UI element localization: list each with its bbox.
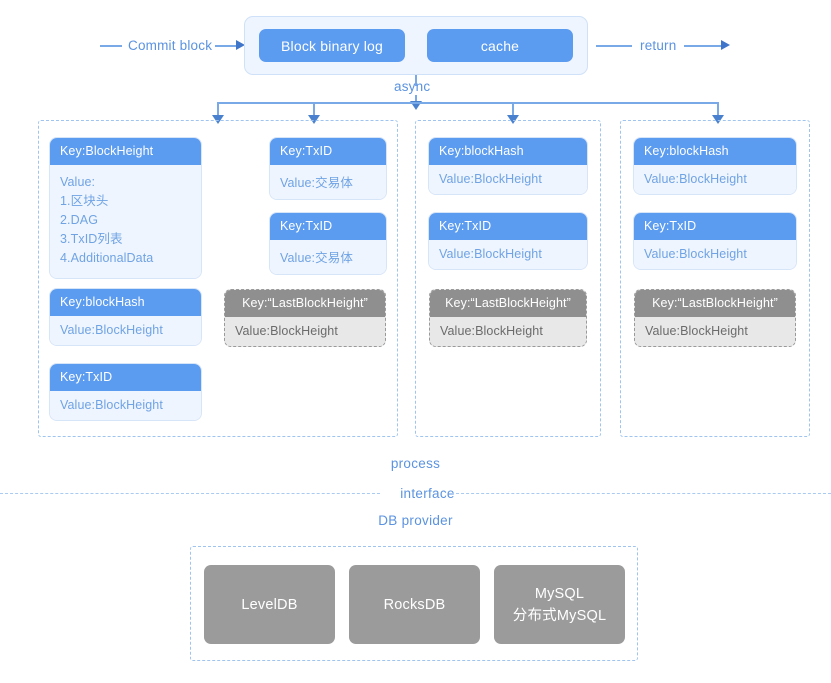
card-value: Value:BlockHeight <box>634 240 796 269</box>
diagram-canvas: Commit block Block binary log cache retu… <box>0 0 831 683</box>
db-provider-leveldb[interactable]: LevelDB <box>204 565 335 644</box>
card-key: Key:blockHash <box>50 289 201 316</box>
card-value: Value:BlockHeight <box>429 240 587 269</box>
card-key: Key:BlockHeight <box>50 138 201 165</box>
card-key: Key:“LastBlockHeight” <box>635 290 795 317</box>
card-key: Key:“LastBlockHeight” <box>225 290 385 317</box>
card-tx-body-2[interactable]: Key:TxID Value:交易体 <box>270 213 386 274</box>
block-binary-log-block[interactable]: Block binary log <box>259 29 405 62</box>
card-block-height[interactable]: Key:BlockHeight Value: 1.区块头 2.DAG 3.TxI… <box>50 138 201 278</box>
card-block-hash-3[interactable]: Key:blockHash Value:BlockHeight <box>634 138 796 194</box>
db-provider-mysql[interactable]: MySQL 分布式MySQL <box>494 565 625 644</box>
card-value: Value:交易体 <box>270 165 386 199</box>
fanout-bus <box>217 102 718 104</box>
card-value: Value:BlockHeight <box>50 391 201 420</box>
card-value: Value:BlockHeight <box>635 317 795 346</box>
card-key: Key:TxID <box>270 213 386 240</box>
card-key: Key:TxID <box>270 138 386 165</box>
card-last-block-height-1[interactable]: Key:“LastBlockHeight” Value:BlockHeight <box>224 289 386 347</box>
card-key: Key:blockHash <box>429 138 587 165</box>
commit-block-label: Commit block <box>128 38 213 53</box>
process-layer-label: process <box>390 456 441 471</box>
interface-divider-left <box>0 493 380 494</box>
card-value: Value:BlockHeight <box>50 316 201 345</box>
card-value: Value:BlockHeight <box>225 317 385 346</box>
return-line-right <box>684 45 722 47</box>
return-label: return <box>640 38 677 53</box>
card-key: Key:TxID <box>634 213 796 240</box>
commit-block-line-right <box>215 45 237 47</box>
card-txid-1[interactable]: Key:TxID Value:BlockHeight <box>50 364 201 420</box>
card-txid-3[interactable]: Key:TxID Value:BlockHeight <box>634 213 796 269</box>
return-line-left <box>596 45 632 47</box>
db-provider-layer-label: DB provider <box>378 513 453 528</box>
card-block-hash-1[interactable]: Key:blockHash Value:BlockHeight <box>50 289 201 345</box>
card-value: Value:交易体 <box>270 240 386 274</box>
card-txid-2[interactable]: Key:TxID Value:BlockHeight <box>429 213 587 269</box>
card-key: Key:TxID <box>50 364 201 391</box>
card-last-block-height-3[interactable]: Key:“LastBlockHeight” Value:BlockHeight <box>634 289 796 347</box>
return-arrowhead <box>721 40 730 50</box>
card-tx-body-1[interactable]: Key:TxID Value:交易体 <box>270 138 386 199</box>
db-provider-rocksdb[interactable]: RocksDB <box>349 565 480 644</box>
card-key: Key:blockHash <box>634 138 796 165</box>
card-value: Value:BlockHeight <box>429 165 587 194</box>
interface-divider-right <box>451 493 831 494</box>
card-value: Value:BlockHeight <box>430 317 586 346</box>
commit-block-line-left <box>100 45 122 47</box>
card-value: Value:BlockHeight <box>634 165 796 194</box>
card-value: Value: 1.区块头 2.DAG 3.TxID列表 4.Additional… <box>50 165 201 278</box>
card-last-block-height-2[interactable]: Key:“LastBlockHeight” Value:BlockHeight <box>429 289 587 347</box>
card-key: Key:“LastBlockHeight” <box>430 290 586 317</box>
async-label: async <box>394 79 431 94</box>
card-key: Key:TxID <box>429 213 587 240</box>
cache-block[interactable]: cache <box>427 29 573 62</box>
card-block-hash-2[interactable]: Key:blockHash Value:BlockHeight <box>429 138 587 194</box>
